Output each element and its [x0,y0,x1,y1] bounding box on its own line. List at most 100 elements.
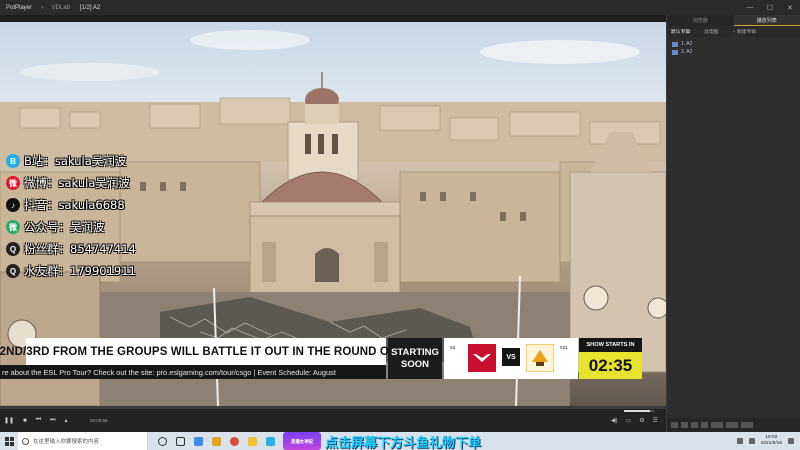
windows-taskbar: 在这里输入你要搜索的内容 直播 女神说 点击屏幕下方斗鱼礼物下单 19:02 2… [0,432,800,450]
douyin-icon: ♪ [6,198,20,212]
tab-playlist[interactable]: 播放列表 [733,15,800,26]
windows-start-icon[interactable] [0,432,18,450]
playback-control-bar: ❚❚ ■ ⏮ ⏭ ▴ 00:00:56 ◀) ▭ ⚙ ☰ [0,406,666,432]
volume-slider[interactable] [624,410,654,412]
countdown-value: 02:35 [588,355,633,375]
playlist-item-label: 2. A2 [681,49,693,55]
taskbar-apps [148,432,275,450]
album-tab-this-pc[interactable]: 此电脑 [704,28,718,35]
social-text: 公众号：吴润波 [24,220,105,234]
titlebar-current-file: [1/2] A2 [79,4,101,11]
app-menu-chevron-icon[interactable]: ▾ [38,5,47,11]
stop-icon[interactable]: ■ [23,418,27,424]
tab-browser[interactable]: 浏览器 [667,15,734,26]
bilibili-icon: B [6,154,20,168]
social-text: 抖音：sakula6688 [24,198,125,212]
qq-icon: Q [6,242,20,256]
file-explorer-icon[interactable] [212,436,221,446]
remove-icon[interactable] [681,422,688,428]
window-controls: — ☐ ✕ [740,0,800,15]
social-row-fan-group: Q 粉丝群：854747414 [6,238,136,260]
social-text: 微博：sakula吴润波 [24,176,130,190]
prev-icon[interactable]: ⏮ [36,417,41,424]
countdown-label: SHOW STARTS IN [579,338,642,352]
team-left-logo-icon [468,344,496,372]
chrome-icon[interactable] [230,436,239,446]
transport-buttons: ❚❚ ■ ⏮ ⏭ ▴ [4,417,68,424]
live-badge: 直播 女神说 [283,432,321,450]
broadcast-headline-banner: 2ND/3RD FROM THE GROUPS WILL BATTLE IT O… [0,338,412,365]
maximize-icon[interactable]: ☐ [760,0,780,15]
playlist-item[interactable]: 1. A2 [667,40,800,48]
seed-left: #4 [450,345,456,350]
taskbar-clock[interactable]: 19:02 2021/8/16 [761,435,782,447]
volume-icon[interactable]: ◀) [611,417,618,424]
network-icon[interactable] [736,438,743,444]
search-icon [22,437,29,445]
volume-slider-fill [624,410,650,412]
album-tab-default[interactable]: 默认专辑 [671,28,690,35]
menu-icon[interactable] [741,422,753,428]
countdown-timer-box: SHOW STARTS IN 02:35 [579,338,642,379]
live-badge-line-2: 女神说 [299,438,313,444]
potplayer-taskbar-icon[interactable] [248,436,257,446]
social-text: 水友群：179901911 [24,264,136,278]
open-file-icon[interactable]: ▴ [65,417,68,424]
new-album-button[interactable]: + 新建专辑 [733,28,756,35]
move-down-icon[interactable] [701,422,708,428]
weibo-icon: 微 [6,176,20,190]
social-row-viewer-group: Q 水友群：179901911 [6,260,136,282]
streamer-social-overlay: B B站：sakula吴润波 微 微博：sakula吴润波 ♪ 抖音：sakul… [6,150,136,282]
timecode: 00:00:56 [90,418,108,423]
potplayer-window: PotPlayer ▾ VDLab [1/2] A2 — ☐ ✕ B B站：sa… [0,0,800,450]
app-name[interactable]: PotPlayer [0,5,38,11]
options-icon[interactable] [726,422,738,428]
speaker-icon[interactable] [748,438,755,444]
sort-icon[interactable] [711,422,723,428]
edge-icon[interactable] [194,436,203,446]
qq-icon: Q [6,264,20,278]
social-row-weibo: 微 微博：sakula吴润波 [6,172,136,194]
playlist-toolbar [667,418,800,432]
broadcast-ticker: re about the ESL Pro Tour? Check out the… [0,365,386,379]
titlebar-tab-vdlab[interactable]: VDLab [47,5,75,11]
seek-bar[interactable] [0,406,666,409]
close-icon[interactable]: ✕ [780,0,800,15]
panel-tabs: 浏览器 播放列表 [667,15,800,26]
cortana-icon[interactable] [158,436,167,446]
starting-soon-box: STARTING SOON [388,338,442,379]
video-file-icon [672,41,678,47]
right-controls: ◀) ▭ ⚙ ☰ [611,417,658,424]
move-up-icon[interactable] [691,422,698,428]
playlist-item[interactable]: 2. A2 [667,48,800,56]
social-text: B站：sakula吴润波 [24,154,127,168]
wechat-icon: 微 [6,220,20,234]
playlist-item-label: 1. A2 [681,41,693,47]
system-tray: 19:02 2021/8/16 [736,432,794,450]
taskbar-search[interactable]: 在这里输入你要搜索的内容 [18,432,148,450]
social-row-wechat: 微 公众号：吴润波 [6,216,136,238]
pause-icon[interactable]: ❚❚ [4,417,14,424]
playlist-album-tabs: 默认专辑 此电脑 + 新建专辑 [667,26,800,37]
title-bar[interactable]: PotPlayer ▾ VDLab [1/2] A2 — ☐ ✕ [0,0,800,15]
live-promo-text: 点击屏幕下方斗鱼礼物下单 [325,435,482,450]
task-view-icon[interactable] [176,436,185,446]
playlist-toggle-icon[interactable]: ☰ [653,417,658,424]
subtitle-icon[interactable]: ▭ [626,417,632,424]
add-icon[interactable] [671,422,678,428]
live-badge-line-1: 直播 [291,438,300,444]
app-icon[interactable] [266,436,275,446]
settings-icon[interactable]: ⚙ [639,417,644,424]
upcoming-match-box: #4 VS #21 [444,338,578,379]
playlist-panel: 浏览器 播放列表 默认专辑 此电脑 + 新建专辑 1. A2 2. A2 [666,15,800,432]
minimize-icon[interactable]: — [740,0,760,15]
seed-right: #21 [560,345,568,350]
team-right-logo-icon [526,344,554,372]
next-icon[interactable]: ⏭ [50,417,55,424]
notification-icon[interactable] [788,438,794,444]
versus-label: VS [502,348,520,366]
social-text: 粉丝群：854747414 [24,242,136,256]
starting-line-1: STARTING [391,346,439,358]
social-row-douyin: ♪ 抖音：sakula6688 [6,194,136,216]
broadcast-headline: 2ND/3RD FROM THE GROUPS WILL BATTLE IT O… [0,345,413,358]
